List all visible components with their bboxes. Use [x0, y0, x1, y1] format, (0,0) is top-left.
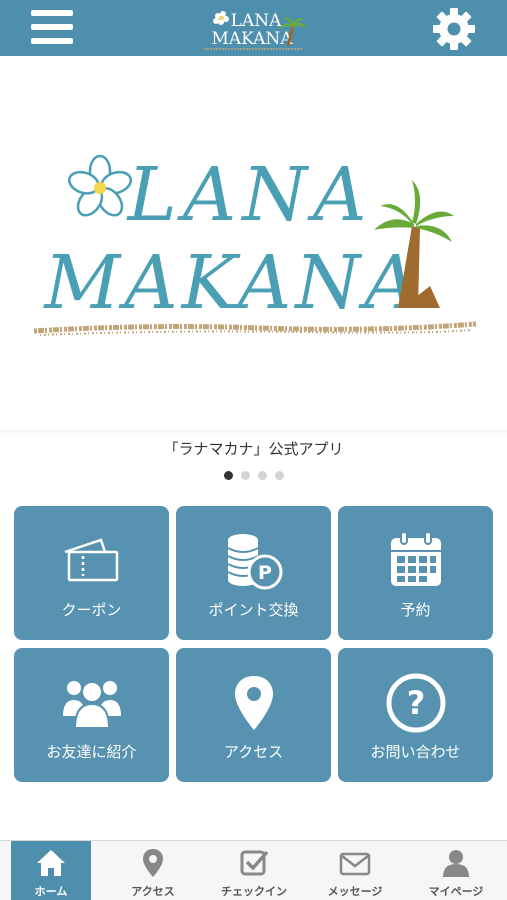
- hero-banner[interactable]: LANA MAKANA: [0, 56, 507, 434]
- svg-text:?: ?: [407, 684, 426, 722]
- point-exchange-label: ポイント交換: [208, 601, 299, 619]
- coins-icon: P: [227, 534, 283, 590]
- contact-button[interactable]: ? お問い合わせ: [338, 648, 493, 782]
- ticket-icon: [64, 538, 119, 582]
- point-exchange-button[interactable]: P ポイント交換: [176, 506, 331, 640]
- gear-icon[interactable]: [432, 7, 476, 51]
- tab-message[interactable]: メッセージ: [315, 841, 395, 900]
- map-pin-icon: [143, 849, 163, 877]
- access-label: アクセス: [223, 743, 284, 761]
- hero-logo: LANA MAKANA: [33, 152, 477, 336]
- home-icon: [37, 850, 65, 876]
- carousel-dots: [0, 471, 507, 483]
- reservation-button[interactable]: 予約: [338, 506, 493, 640]
- app-caption: 「ラナマカナ」公式アプリ: [163, 440, 344, 458]
- coupon-button[interactable]: クーポン: [14, 506, 169, 640]
- refer-friend-label: お友達に紹介: [46, 743, 137, 761]
- access-button[interactable]: アクセス: [176, 648, 331, 782]
- envelope-icon: [339, 852, 371, 876]
- hero-logo-line2: MAKANA: [42, 240, 421, 326]
- question-icon: ?: [386, 673, 446, 733]
- plumeria-flower-icon: [67, 154, 133, 217]
- tab-home[interactable]: ホーム: [11, 841, 91, 900]
- tab-access-label: アクセス: [131, 885, 175, 898]
- header-logo-line1: LANA: [231, 11, 282, 31]
- carousel-dot-2[interactable]: [240, 471, 250, 480]
- header-logo: LANA MAKANA: [204, 11, 306, 50]
- coupon-label: クーポン: [61, 601, 122, 619]
- reservation-label: 予約: [400, 601, 431, 619]
- user-icon: [443, 850, 469, 877]
- refer-friend-button[interactable]: お友達に紹介: [14, 648, 169, 782]
- header-logo-line2: MAKANA: [211, 29, 293, 49]
- map-pin-icon: [235, 676, 273, 730]
- people-icon: [63, 681, 121, 729]
- tab-checkin-label: チェックイン: [221, 885, 287, 898]
- calendar-icon: [391, 531, 441, 586]
- app-header: LANA MAKANA: [0, 0, 507, 56]
- tab-checkin[interactable]: チェックイン: [214, 841, 294, 900]
- carousel-dot-1[interactable]: [223, 471, 233, 480]
- svg-text:P: P: [258, 562, 272, 584]
- tab-access[interactable]: アクセス: [113, 841, 193, 900]
- tab-message-label: メッセージ: [327, 885, 383, 898]
- carousel-dot-4[interactable]: [274, 471, 284, 480]
- carousel-dot-3[interactable]: [257, 471, 267, 480]
- tab-mypage-label: マイページ: [428, 885, 484, 898]
- contact-label: お問い合わせ: [370, 743, 461, 761]
- tab-mypage[interactable]: マイページ: [416, 841, 496, 900]
- hero-logo-line1: LANA: [126, 152, 373, 238]
- hamburger-menu-icon[interactable]: [31, 10, 75, 46]
- hero-divider: [0, 430, 507, 434]
- tab-home-label: ホーム: [34, 885, 68, 898]
- bottom-tab-bar: ホーム アクセス チェックイン メッセージ マイページ: [0, 840, 507, 900]
- checkin-icon: [240, 850, 269, 876]
